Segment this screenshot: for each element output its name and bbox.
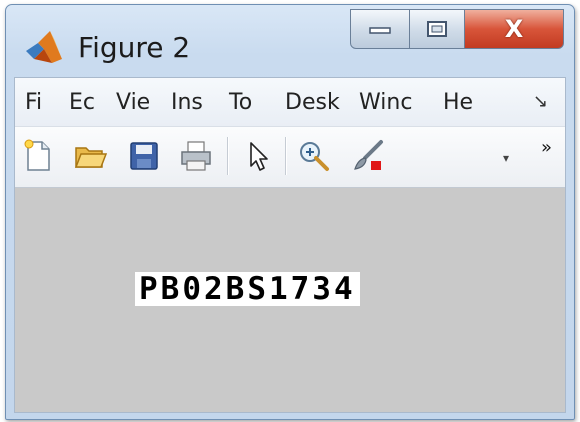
minimize-button[interactable] [350, 9, 410, 49]
menu-tools[interactable]: To [229, 90, 252, 115]
menu-desktop[interactable]: Desk [285, 90, 340, 115]
menu-help[interactable]: He [443, 90, 473, 115]
menu-bar: Fi Ec Vie Ins To Desk Winc He ↘ [15, 78, 565, 127]
toolbar-separator [285, 137, 287, 175]
close-icon: X [504, 15, 524, 43]
minimize-icon [369, 27, 391, 34]
plate-image: PB02BS1734 [135, 272, 360, 306]
brush-dropdown-icon[interactable]: ▾ [503, 151, 509, 165]
figure-client-area: Fi Ec Vie Ins To Desk Winc He ↘ ▾ » PB02… [14, 77, 566, 413]
figure-window: Figure 2 X Fi Ec Vie Ins To Desk Winc He… [5, 4, 575, 420]
toolbar-overflow-icon[interactable]: » [541, 137, 552, 158]
menu-window[interactable]: Winc [359, 90, 412, 115]
menu-insert[interactable]: Ins [171, 90, 203, 115]
maximize-button[interactable] [410, 9, 465, 49]
new-file-icon[interactable] [21, 139, 55, 173]
menu-edit[interactable]: Ec [69, 90, 95, 115]
print-icon[interactable] [179, 139, 213, 173]
window-title: Figure 2 [78, 31, 191, 64]
menu-file[interactable]: Fi [25, 90, 42, 115]
menu-view[interactable]: Vie [116, 90, 150, 115]
toolbar-separator [227, 137, 229, 175]
zoom-in-icon[interactable] [297, 139, 331, 173]
pointer-arrow-icon[interactable] [241, 139, 275, 173]
menu-overflow-icon[interactable]: ↘ [533, 91, 548, 112]
save-icon[interactable] [127, 139, 161, 173]
open-folder-icon[interactable] [73, 139, 107, 173]
maximize-icon [427, 21, 447, 37]
plate-text: PB02BS1734 [135, 272, 360, 306]
close-button[interactable]: X [465, 9, 564, 49]
figure-canvas: PB02BS1734 [15, 188, 565, 412]
title-bar[interactable]: Figure 2 X [6, 5, 574, 77]
caption-buttons: X [350, 9, 564, 49]
figure-toolbar: ▾ » [15, 127, 565, 188]
matlab-icon [26, 31, 62, 63]
brush-icon[interactable] [351, 139, 385, 173]
